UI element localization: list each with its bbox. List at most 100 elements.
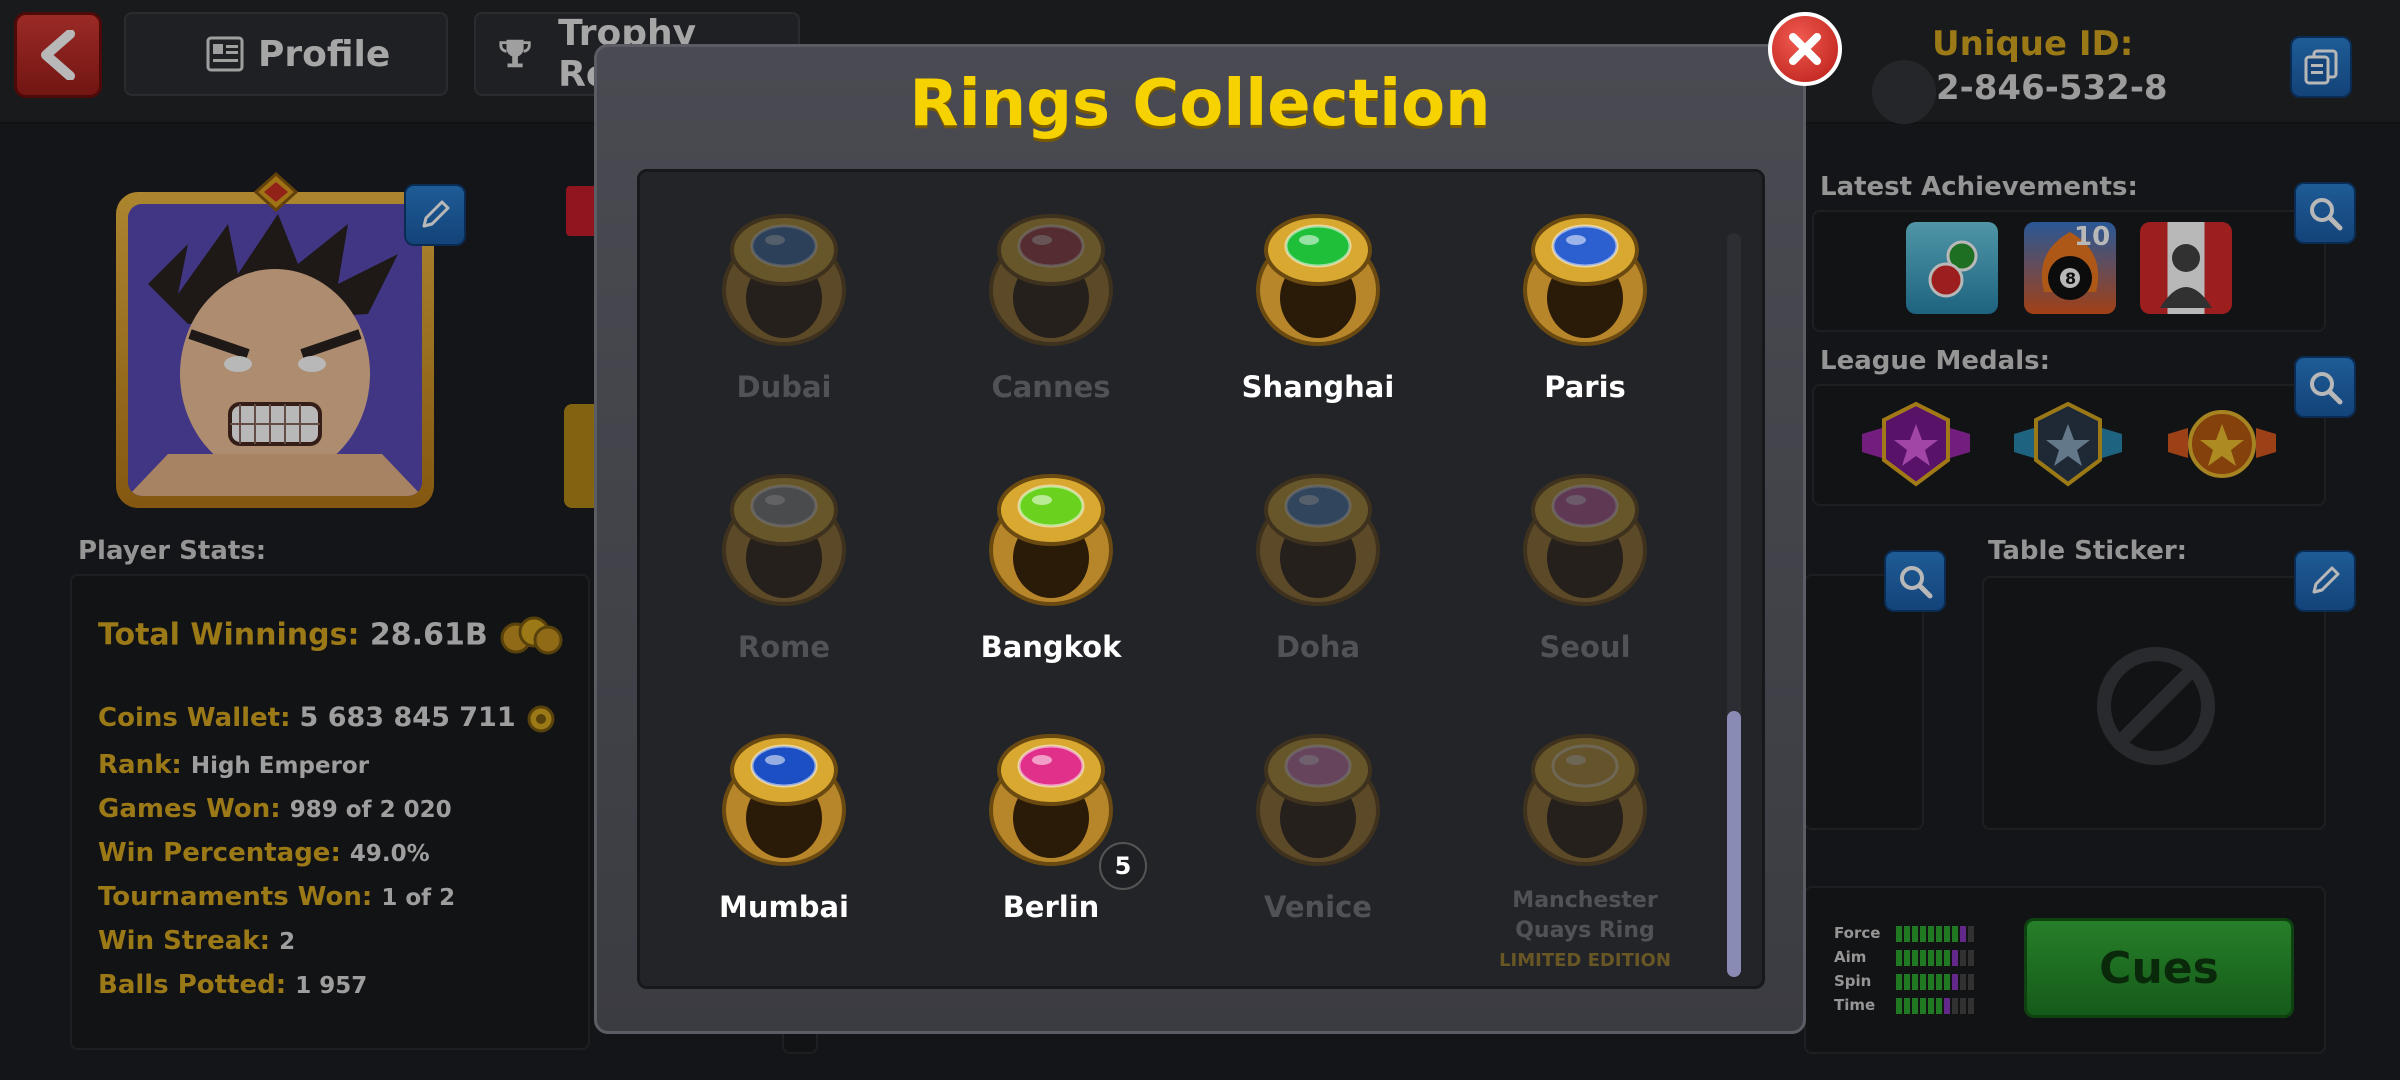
meter-segment	[1960, 998, 1966, 1014]
meter-segment	[1936, 998, 1942, 1014]
meter-segment	[1912, 950, 1918, 966]
ring-name: Venice	[1264, 890, 1372, 924]
aim-label: Aim	[1834, 948, 1867, 966]
player-avatar	[116, 192, 434, 508]
ring-item-dubai[interactable]: Dubai	[674, 202, 894, 442]
ring-icon	[1523, 214, 1647, 346]
meter-segment	[1928, 998, 1934, 1014]
tournaments-won-label: Tournaments Won:	[98, 882, 373, 912]
win-streak-label: Win Streak:	[98, 926, 270, 956]
silver-medal-icon[interactable]	[2014, 400, 2122, 490]
ring-item-paris[interactable]: Paris	[1475, 202, 1695, 442]
ring-icon	[989, 474, 1113, 606]
no-sticker-icon	[2097, 647, 2215, 765]
meter-segment	[1952, 974, 1958, 990]
copy-id-button[interactable]	[2290, 36, 2352, 98]
achievement-icon-country[interactable]	[2140, 222, 2232, 314]
svg-text:8: 8	[2065, 269, 2076, 288]
profile-card-icon	[206, 36, 244, 72]
meter-segment	[1952, 950, 1958, 966]
games-won-value: 989 of 2 020	[289, 797, 452, 823]
ring-item-venice[interactable]: Venice	[1208, 722, 1428, 962]
meter-segment	[1912, 926, 1918, 942]
meter-segment	[1944, 950, 1950, 966]
spin-meter	[1896, 974, 1992, 990]
ring-item-mumbai[interactable]: Mumbai	[674, 722, 894, 962]
coins-wallet-value: 5 683 845 711	[299, 702, 516, 733]
total-winnings-row: Total Winnings: 28.61B	[98, 616, 564, 656]
ring-item-rome[interactable]: Rome	[674, 462, 894, 702]
ring-item-manchester-quays-ring[interactable]: Manchester Quays Ring LIMITED EDITION	[1475, 722, 1695, 971]
meter-segment	[1920, 926, 1926, 942]
meter-segment	[1936, 926, 1942, 942]
win-streak-row: Win Streak: 2	[98, 926, 295, 956]
force-meter	[1896, 926, 1992, 942]
meter-segment	[1928, 974, 1934, 990]
tournaments-won-row: Tournaments Won: 1 of 2	[98, 882, 455, 912]
meter-segment	[1896, 950, 1902, 966]
rank-row: Rank: High Emperor	[98, 750, 369, 780]
ring-name: Shanghai	[1241, 370, 1395, 404]
ring-item-bangkok[interactable]: Bangkok	[941, 462, 1161, 702]
cues-button[interactable]: Cues	[2024, 918, 2294, 1018]
coins-wallet-row: Coins Wallet: 5 683 845 711	[98, 702, 557, 735]
game-screen: Profile Trophy Road Unique ID: 2-846-532…	[0, 0, 2400, 1080]
ring-item-seoul[interactable]: Seoul	[1475, 462, 1695, 702]
table-sticker-label: Table Sticker:	[1988, 536, 2188, 566]
trophy-icon	[499, 39, 531, 68]
table-sticker-panel	[1982, 576, 2326, 830]
spin-label: Spin	[1834, 972, 1872, 990]
meter-segment	[1904, 926, 1910, 942]
avatar-portrait	[128, 204, 422, 496]
silhouette-icon	[2160, 244, 2212, 308]
balls-potted-row: Balls Potted: 1 957	[98, 970, 367, 1000]
tab-profile[interactable]: Profile	[124, 12, 448, 96]
meter-segment	[1928, 926, 1934, 942]
pool-balls-icon	[1928, 240, 1978, 298]
ring-item-cannes[interactable]: Cannes	[941, 202, 1161, 442]
meter-segment	[1912, 998, 1918, 1014]
close-button[interactable]	[1768, 12, 1842, 86]
balls-potted-value: 1 957	[295, 973, 368, 999]
limited-edition-label: LIMITED EDITION	[1499, 950, 1671, 971]
ring-icon	[989, 734, 1113, 866]
meter-segment	[1904, 950, 1910, 966]
achievements-search-button[interactable]	[2294, 182, 2356, 244]
achievement-icon-eight-ball[interactable]: 8 10	[2024, 222, 2116, 314]
aim-meter	[1896, 950, 1992, 966]
achievement-icon-pot[interactable]	[1906, 222, 1998, 314]
meter-segment	[1944, 998, 1950, 1014]
ring-item-doha[interactable]: Doha	[1208, 462, 1428, 702]
meter-segment	[1952, 926, 1958, 942]
edit-avatar-button[interactable]	[404, 184, 466, 246]
pencil-icon	[422, 200, 450, 228]
back-button[interactable]	[14, 12, 102, 98]
league-medals-search-button[interactable]	[2294, 356, 2356, 418]
ring-count-badge: 5	[1099, 842, 1147, 890]
win-streak-value: 2	[279, 929, 296, 955]
ring-icon	[989, 214, 1113, 346]
ring-name: Doha	[1275, 630, 1361, 664]
modal-title: Rings Collection	[909, 67, 1491, 141]
coins-wallet-label: Coins Wallet:	[98, 703, 291, 733]
ring-item-berlin[interactable]: Berlin 5	[941, 722, 1161, 962]
ring-name: Manchester Quays Ring	[1512, 888, 1658, 943]
balls-potted-label: Balls Potted:	[98, 970, 287, 1000]
meter-segment	[1944, 974, 1950, 990]
ring-name: Seoul	[1539, 630, 1631, 664]
player-stats-panel: Total Winnings: 28.61B Coins Wallet: 5 6…	[70, 574, 590, 1050]
player-stats-label: Player Stats:	[78, 536, 267, 566]
total-winnings-label: Total Winnings:	[98, 617, 360, 653]
purple-medal-icon[interactable]	[1862, 400, 1970, 490]
ring-item-shanghai[interactable]: Shanghai	[1208, 202, 1428, 442]
scrollbar-thumb[interactable]	[1727, 711, 1741, 977]
ring-icon	[1256, 214, 1380, 346]
edit-sticker-button[interactable]	[2294, 550, 2356, 612]
partial-search-button[interactable]	[1884, 550, 1946, 612]
meter-segment	[1920, 950, 1926, 966]
ring-name: Bangkok	[980, 630, 1122, 664]
meter-segment	[1904, 974, 1910, 990]
copy-icon	[2304, 49, 2338, 85]
ring-icon	[722, 214, 846, 346]
gold-medal-icon[interactable]	[2168, 400, 2276, 490]
